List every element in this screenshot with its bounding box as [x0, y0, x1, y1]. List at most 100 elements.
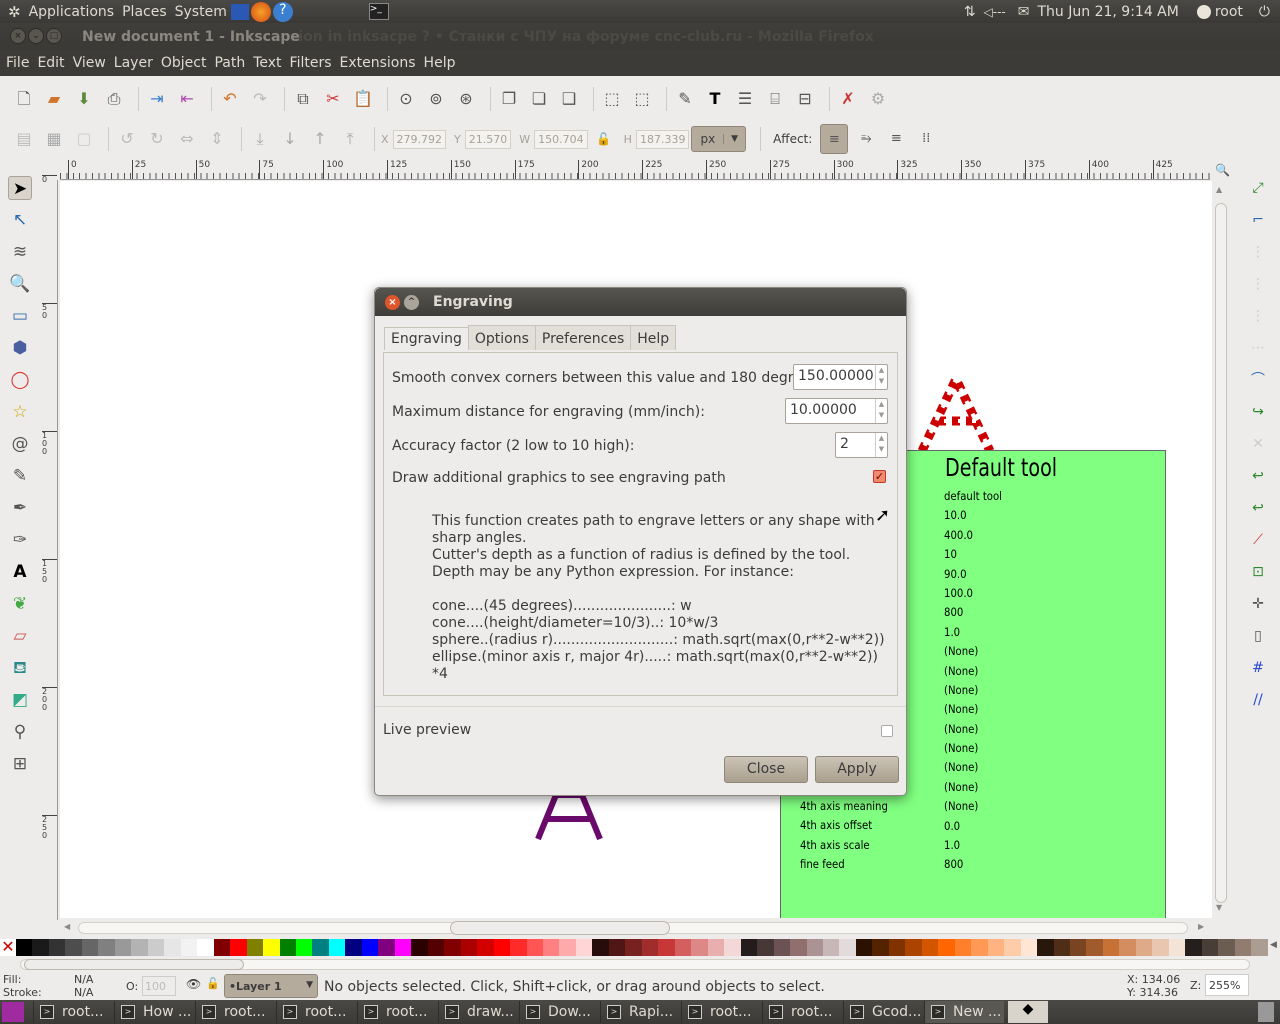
inkscape-tray-icon[interactable]: ◆	[1008, 1001, 1048, 1023]
pencil-tool-icon[interactable]: ✎	[8, 464, 32, 488]
firefox-icon[interactable]	[250, 1, 271, 22]
new-icon[interactable]: 🗋	[12, 87, 36, 111]
dialog-titlebar[interactable]: × ^ Engraving	[375, 288, 906, 316]
snap-bbox-center-icon[interactable]: ⋯	[1246, 336, 1270, 360]
snap-bbox-corner-icon[interactable]: ⋮	[1246, 272, 1270, 296]
snap-bbox-edge-icon[interactable]: ⋮	[1246, 240, 1270, 264]
color-swatch[interactable]	[460, 939, 478, 956]
copy-icon[interactable]: ⧉	[291, 87, 315, 111]
y-field[interactable]: Y 21.570	[454, 129, 512, 149]
user-name[interactable]: root	[1215, 4, 1243, 20]
align-icon[interactable]: ⊟	[793, 87, 817, 111]
taskbar-item[interactable]: > Dow...	[519, 1001, 599, 1023]
taskbar-item[interactable]: > root...	[762, 1001, 842, 1023]
accuracy-input[interactable]: 2 ▲ ▼	[835, 432, 888, 458]
taskbar-item[interactable]: > Gcod...	[843, 1001, 923, 1023]
selector-tool-icon[interactable]: ➤	[8, 176, 32, 200]
taskbar-item[interactable]: > root...	[357, 1001, 437, 1023]
color-swatch[interactable]	[16, 939, 33, 956]
tab-preferences[interactable]: Preferences	[534, 325, 632, 350]
raise-top-icon[interactable]: ⤒	[338, 127, 362, 151]
snap-grid-icon[interactable]: #	[1246, 656, 1270, 680]
dropper-tool-icon[interactable]: ⚲	[8, 720, 32, 744]
taskbar-item[interactable]: > root...	[681, 1001, 761, 1023]
lock-icon[interactable]: 🔓	[596, 127, 612, 151]
preferences-icon[interactable]: ✗	[836, 87, 860, 111]
snap-nodes-icon[interactable]: ⌒	[1246, 368, 1270, 392]
color-swatch[interactable]	[790, 939, 807, 956]
color-swatch[interactable]	[1135, 939, 1153, 956]
snap-bbox-midpoint-icon[interactable]: ⋮	[1246, 304, 1270, 328]
stroke-value[interactable]: N/A	[74, 986, 93, 999]
deselect-icon[interactable]: ▢	[72, 127, 96, 151]
affect-stroke-icon[interactable]: ≡	[820, 124, 849, 154]
paint-bucket-tool-icon[interactable]: ⛾	[8, 656, 32, 680]
save-icon[interactable]: ⬇	[72, 87, 96, 111]
zoom-selection-icon[interactable]: ⊙	[394, 87, 418, 111]
color-swatch[interactable]	[691, 939, 708, 956]
cut-icon[interactable]: ✂	[321, 87, 345, 111]
import-icon[interactable]: ⇥	[145, 87, 169, 111]
taskbar-item[interactable]: > Rapi...	[600, 1001, 680, 1023]
color-swatch[interactable]	[740, 939, 758, 956]
color-swatch[interactable]	[477, 939, 494, 956]
trash-icon[interactable]	[1258, 1002, 1274, 1022]
fill-stroke-icon[interactable]: ✎	[673, 87, 697, 111]
node-tool-icon[interactable]: ↖	[8, 208, 32, 232]
smooth-corners-input[interactable]: 150.00000 ▲ ▼	[793, 364, 888, 390]
menu-applications[interactable]: Applications	[29, 4, 115, 20]
calligraphy-tool-icon[interactable]: ✑	[8, 528, 32, 552]
color-swatch[interactable]	[197, 939, 214, 956]
rectangle-tool-icon[interactable]: ▭	[8, 304, 32, 328]
snap-guide-icon[interactable]: //	[1246, 688, 1270, 712]
menu-view[interactable]: View	[73, 55, 106, 71]
snap-midpoint-icon[interactable]: ⟋	[1246, 528, 1270, 552]
dialog-maximize-icon[interactable]: ^	[404, 294, 419, 310]
opacity-field[interactable]: 100	[142, 976, 176, 996]
max-distance-input[interactable]: 10.00000 ▲ ▼	[785, 398, 888, 424]
vertical-scrollbar[interactable]: ▲ ▼	[1212, 181, 1230, 918]
unit-select[interactable]: px ▼	[691, 126, 747, 152]
color-swatch[interactable]	[872, 939, 889, 956]
tab-engraving[interactable]: Engraving	[384, 327, 469, 350]
unlink-clone-icon[interactable]: ❑	[557, 87, 581, 111]
menu-file[interactable]: File	[6, 55, 29, 71]
taskbar-item[interactable]: > New ...	[924, 1001, 1004, 1023]
color-swatch[interactable]	[1053, 939, 1070, 956]
mail-icon[interactable]: ✉	[1018, 4, 1030, 20]
redo-icon[interactable]: ↷	[248, 87, 272, 111]
tab-help[interactable]: Help	[630, 325, 677, 350]
color-swatch[interactable]	[230, 939, 247, 956]
star-tool-icon[interactable]: ☆	[8, 400, 32, 424]
tab-options[interactable]: Options	[467, 325, 536, 350]
color-swatch[interactable]	[312, 939, 329, 956]
taskbar-item[interactable]: > root...	[195, 1001, 275, 1023]
color-swatch[interactable]	[394, 939, 412, 956]
spray-tool-icon[interactable]: ❦	[8, 592, 32, 616]
color-swatch[interactable]	[65, 939, 82, 956]
color-swatch[interactable]	[806, 939, 823, 956]
ubuntu-logo-icon[interactable]: ✲	[8, 3, 21, 21]
color-swatch[interactable]	[114, 939, 132, 956]
zoom-page-icon[interactable]: ⊛	[454, 87, 478, 111]
dialog-close-icon[interactable]: ×	[385, 294, 400, 310]
color-swatch[interactable]	[510, 939, 527, 956]
color-swatch[interactable]	[987, 939, 1005, 956]
rotate-ccw-icon[interactable]: ↺	[115, 127, 139, 151]
snap-paths-icon[interactable]: ↪	[1246, 400, 1270, 424]
layer-select[interactable]: •Layer 1 ▼	[224, 974, 318, 998]
rotate-cw-icon[interactable]: ↻	[145, 127, 169, 151]
zoom-field[interactable]: 255%	[1205, 974, 1249, 996]
color-swatch[interactable]	[921, 939, 939, 956]
layers-icon[interactable]: ☰	[733, 87, 757, 111]
color-swatch[interactable]	[1251, 939, 1268, 956]
xml-editor-icon[interactable]: ⌸	[763, 87, 787, 111]
color-swatch[interactable]	[328, 939, 346, 956]
document-properties-icon[interactable]: ⚙	[866, 87, 890, 111]
network-transfer-icon[interactable]: ⇅	[964, 4, 976, 20]
color-swatch[interactable]	[625, 939, 642, 956]
color-swatch[interactable]	[279, 939, 296, 956]
taskbar-item[interactable]: > How ...	[114, 1001, 194, 1023]
maximize-window-button[interactable]: □	[46, 28, 62, 44]
close-button[interactable]: Close	[724, 756, 808, 783]
